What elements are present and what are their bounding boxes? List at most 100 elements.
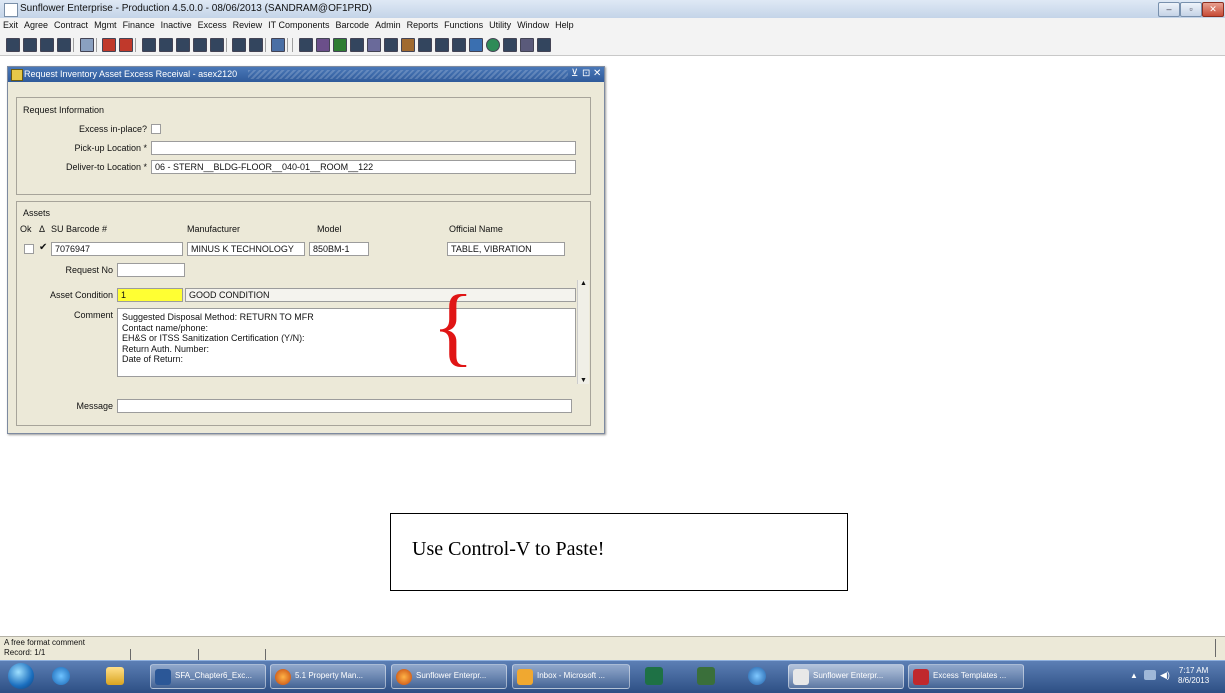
- internet-explorer-icon[interactable]: [52, 667, 70, 685]
- pickup-location-label: Pick-up Location *: [74, 143, 147, 153]
- help-icon[interactable]: [271, 38, 285, 52]
- previous-block-icon[interactable]: [102, 38, 116, 52]
- menu-agree[interactable]: Agree: [21, 18, 51, 32]
- menu-excess[interactable]: Excess: [195, 18, 230, 32]
- barcode-input[interactable]: 7076947: [51, 242, 183, 256]
- folder-icon[interactable]: [106, 667, 124, 685]
- record-scrollbar[interactable]: ▲ ▼: [577, 280, 589, 384]
- tool-icon[interactable]: [401, 38, 415, 52]
- taskbar-item-inbox-outlook[interactable]: Inbox - Microsoft ...: [512, 664, 630, 689]
- key-icon[interactable]: [384, 38, 398, 52]
- form-title-bar[interactable]: Request Inventory Asset Excess Receival …: [8, 67, 604, 82]
- lov-icon[interactable]: [80, 38, 94, 52]
- app-icon[interactable]: [697, 667, 715, 685]
- insert-record-icon[interactable]: [142, 38, 156, 52]
- col-model: Model: [317, 224, 342, 234]
- scroll-down-icon[interactable]: ▼: [580, 377, 587, 384]
- menu-it-components[interactable]: IT Components: [265, 18, 332, 32]
- menu-admin[interactable]: Admin: [372, 18, 404, 32]
- comment-textarea[interactable]: Suggested Disposal Method: RETURN TO MFR…: [117, 308, 576, 377]
- close-button[interactable]: ✕: [1202, 2, 1224, 17]
- model-input[interactable]: 850BM-1: [309, 242, 369, 256]
- toolbar-divider: [287, 38, 288, 52]
- menu-mgmt[interactable]: Mgmt: [91, 18, 120, 32]
- menu-functions[interactable]: Functions: [441, 18, 486, 32]
- status-divider: [198, 649, 199, 660]
- callout-box: Use Control-V to Paste!: [390, 513, 848, 591]
- tool-icon[interactable]: [316, 38, 330, 52]
- tool-icon[interactable]: [435, 38, 449, 52]
- col-barcode: SU Barcode #: [51, 224, 108, 234]
- taskbar-item-excess-templates[interactable]: Excess Templates ...: [908, 664, 1024, 689]
- ok-checkbox[interactable]: [24, 244, 34, 254]
- pickup-location-input[interactable]: [151, 141, 576, 155]
- delete-record-icon[interactable]: [159, 38, 173, 52]
- tool-icon[interactable]: [537, 38, 551, 52]
- tool-icon[interactable]: [333, 38, 347, 52]
- excel-icon[interactable]: [645, 667, 663, 685]
- duplicate-record-icon[interactable]: [176, 38, 190, 52]
- scroll-up-icon[interactable]: ▲: [580, 280, 587, 287]
- menu-reports[interactable]: Reports: [404, 18, 442, 32]
- restore-form-icon[interactable]: ⊡: [582, 68, 590, 79]
- status-divider: [265, 649, 266, 660]
- menu-utility[interactable]: Utility: [486, 18, 514, 32]
- taskbar-item-sunflower-java[interactable]: Sunflower Enterpr...: [788, 664, 904, 689]
- network-icon[interactable]: [1144, 670, 1156, 680]
- lock-record-icon[interactable]: [210, 38, 224, 52]
- excess-in-place-checkbox[interactable]: [151, 124, 161, 134]
- minimize-form-icon[interactable]: ⊻: [571, 68, 578, 79]
- toolbar-divider: [265, 38, 266, 52]
- execute-query-icon[interactable]: [249, 38, 263, 52]
- maximize-button[interactable]: ▫: [1180, 2, 1202, 17]
- request-information-header: Request Information: [23, 105, 105, 115]
- official-name-input[interactable]: TABLE, VIBRATION: [447, 242, 565, 256]
- start-button[interactable]: [8, 663, 34, 689]
- form-title: Request Inventory Asset Excess Receival …: [24, 69, 238, 79]
- menu-barcode[interactable]: Barcode: [333, 18, 373, 32]
- menu-window[interactable]: Window: [514, 18, 552, 32]
- message-input[interactable]: [117, 399, 572, 413]
- taskbar-item-sunflower-firefox[interactable]: Sunflower Enterpr...: [391, 664, 507, 689]
- tray-expand-icon[interactable]: ▲: [1130, 671, 1138, 680]
- tool-icon[interactable]: [503, 38, 517, 52]
- app-icon[interactable]: [748, 667, 766, 685]
- globe-icon[interactable]: [486, 38, 500, 52]
- menu-exit[interactable]: Exit: [0, 18, 21, 32]
- volume-icon[interactable]: ◀): [1160, 670, 1170, 681]
- exit-icon[interactable]: [57, 38, 71, 52]
- status-record: Record: 1/1: [4, 648, 46, 657]
- menu-bar: Exit Agree Contract Mgmt Finance Inactive Exce…: [0, 18, 1225, 36]
- menu-contract[interactable]: Contract: [51, 18, 91, 32]
- tool-icon[interactable]: [418, 38, 432, 52]
- manufacturer-input[interactable]: MINUS K TECHNOLOGY: [187, 242, 305, 256]
- menu-help[interactable]: Help: [552, 18, 577, 32]
- request-no-input[interactable]: [117, 263, 185, 277]
- close-form-icon[interactable]: ✕: [593, 68, 601, 79]
- tool-icon[interactable]: [299, 38, 313, 52]
- taskbar-item-sfa-chapter6[interactable]: SFA_Chapter6_Exc...: [150, 664, 266, 689]
- menu-inactive[interactable]: Inactive: [158, 18, 195, 32]
- toolbar-divider: [135, 38, 136, 52]
- menu-finance[interactable]: Finance: [120, 18, 158, 32]
- enter-query-icon[interactable]: [232, 38, 246, 52]
- system-clock[interactable]: 7:17 AM 8/6/2013: [1178, 666, 1209, 686]
- print-icon[interactable]: [40, 38, 54, 52]
- tool-icon[interactable]: [520, 38, 534, 52]
- minimize-button[interactable]: –: [1158, 2, 1180, 17]
- tool-icon[interactable]: [350, 38, 364, 52]
- taskbar-item-label: Sunflower Enterpr...: [416, 671, 487, 680]
- delta-check-icon[interactable]: ✔: [39, 242, 47, 253]
- asset-condition-code-input[interactable]: 1: [117, 288, 183, 302]
- taskbar-item-property-man[interactable]: 5.1 Property Man...: [270, 664, 386, 689]
- rollback-icon[interactable]: [23, 38, 37, 52]
- tool-icon[interactable]: [452, 38, 466, 52]
- save-icon[interactable]: [6, 38, 20, 52]
- tool-icon[interactable]: [469, 38, 483, 52]
- clear-record-icon[interactable]: [193, 38, 207, 52]
- next-block-icon[interactable]: [119, 38, 133, 52]
- deliver-to-location-input[interactable]: 06 - STERN__BLDG-FLOOR__040-01__ROOM__12…: [151, 160, 576, 174]
- tool-icon[interactable]: [367, 38, 381, 52]
- menu-review[interactable]: Review: [230, 18, 266, 32]
- app-title-bar: Sunflower Enterprise - Production 4.5.0.…: [0, 0, 1225, 19]
